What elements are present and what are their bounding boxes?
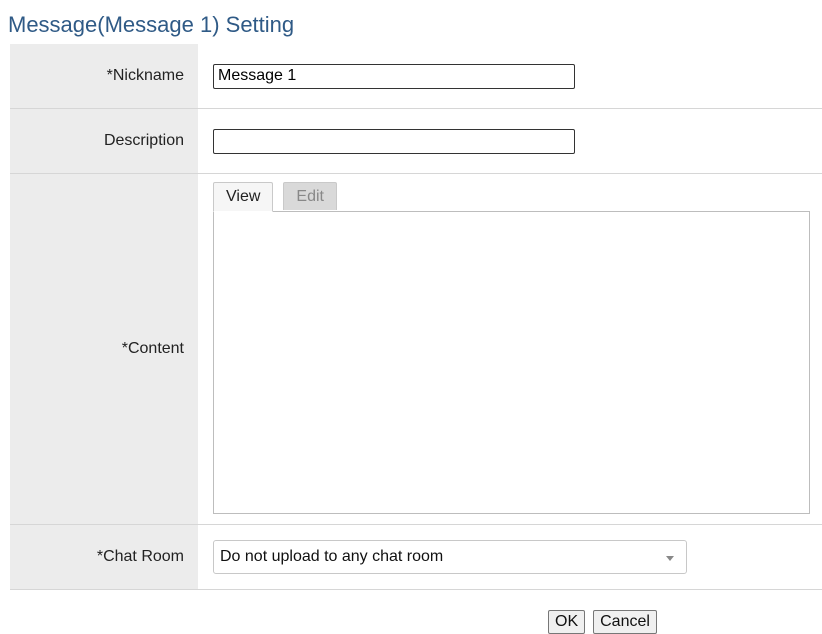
content-value-cell: View Edit bbox=[198, 174, 822, 524]
chat-room-value-cell: Do not upload to any chat room bbox=[198, 525, 822, 589]
nickname-value-cell bbox=[198, 44, 822, 108]
description-input[interactable] bbox=[213, 128, 575, 154]
content-label: *Content bbox=[10, 174, 198, 524]
chat-room-row: *Chat Room Do not upload to any chat roo… bbox=[10, 525, 822, 590]
content-row: *Content View Edit bbox=[10, 174, 822, 525]
description-label: Description bbox=[10, 109, 198, 173]
chat-room-label: *Chat Room bbox=[10, 525, 198, 589]
chat-room-selected-value: Do not upload to any chat room bbox=[220, 548, 444, 565]
page-title: Message(Message 1) Setting bbox=[8, 12, 295, 37]
dialog-buttons: OK Cancel bbox=[548, 610, 657, 634]
nickname-label: *Nickname bbox=[10, 44, 198, 108]
cancel-button[interactable]: Cancel bbox=[593, 610, 657, 634]
content-tabs: View Edit bbox=[213, 182, 337, 212]
settings-form: *Nickname Description *Content View Edit… bbox=[10, 44, 822, 590]
chevron-down-icon bbox=[666, 555, 674, 561]
content-view-area[interactable] bbox=[213, 211, 810, 514]
tab-view[interactable]: View bbox=[213, 182, 274, 212]
ok-button[interactable]: OK bbox=[548, 610, 586, 634]
chat-room-select[interactable]: Do not upload to any chat room bbox=[213, 540, 687, 574]
tab-edit[interactable]: Edit bbox=[283, 182, 337, 210]
description-row: Description bbox=[10, 109, 822, 174]
description-value-cell bbox=[198, 109, 822, 173]
nickname-row: *Nickname bbox=[10, 44, 822, 109]
nickname-input[interactable] bbox=[213, 63, 575, 89]
